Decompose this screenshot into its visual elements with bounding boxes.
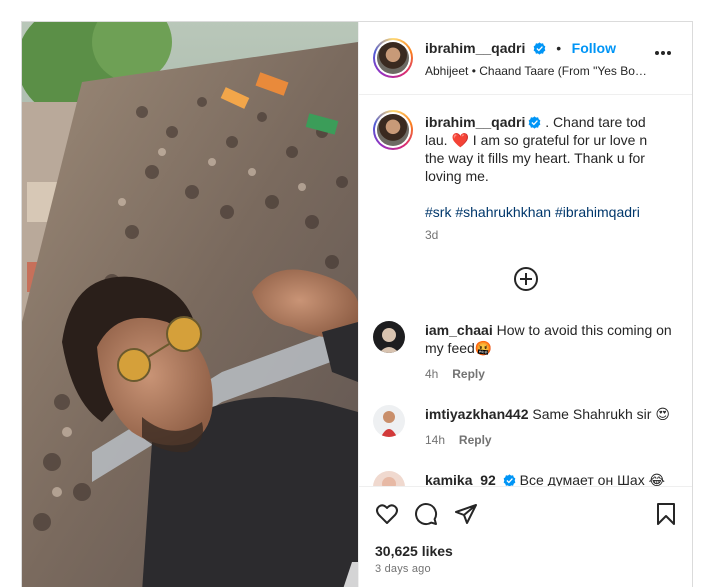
caption-username[interactable]: ibrahim__qadri <box>425 114 525 130</box>
comment-meta: 4h Reply <box>425 364 687 383</box>
heart-emoji: ❤️ <box>451 132 469 148</box>
caption-age: 3d <box>425 228 439 242</box>
comment-text: Same Shahrukh sir <box>532 406 652 422</box>
post-card: ibrahim__qadri • Follow Abhijeet • Chaan… <box>21 21 693 587</box>
author-avatar[interactable] <box>373 38 413 78</box>
post-media[interactable] <box>22 22 358 587</box>
comment-age: 4h <box>425 367 439 381</box>
hashtag-link[interactable]: #ibrahimqadri <box>555 204 640 220</box>
author-username[interactable]: ibrahim__qadri <box>425 40 525 56</box>
post-side-panel: ibrahim__qadri • Follow Abhijeet • Chaan… <box>358 22 692 587</box>
audio-track-link[interactable]: Abhijeet • Chaand Taare (From "Yes Bo… <box>425 64 655 78</box>
comment-item: iam_chaai How to avoid this coming on my… <box>373 321 683 381</box>
comment-body: iam_chaai How to avoid this coming on my… <box>425 321 687 383</box>
comment-avatar[interactable] <box>373 321 405 353</box>
separator-dot: • <box>556 40 562 56</box>
avatar-image <box>377 42 409 74</box>
action-bar: 30,625 likes 3 days ago <box>359 486 692 587</box>
comment-body: imtiyazkhan442 Same Shahrukh sir 😍 14h R… <box>425 405 687 449</box>
comment-icon[interactable] <box>414 502 438 526</box>
comment-username[interactable]: iam_chaai <box>425 322 493 338</box>
comment-avatar[interactable] <box>373 405 405 437</box>
comment-age: 14h <box>425 433 446 447</box>
share-icon[interactable] <box>454 502 478 526</box>
follow-button[interactable]: Follow <box>572 40 616 56</box>
heart-icon[interactable] <box>375 502 399 526</box>
reply-button[interactable]: Reply <box>452 367 485 381</box>
caption-text: ibrahim__qadri . Chand tare tod lau. ❤️ … <box>425 113 665 185</box>
avatar-image <box>377 114 409 146</box>
author-line: ibrahim__qadri • Follow <box>425 40 616 58</box>
bookmark-icon[interactable] <box>654 502 678 526</box>
hashtag-link[interactable]: #shahrukhkhan <box>455 204 551 220</box>
post-date: 3 days ago <box>375 563 431 575</box>
hashtag-list: #srk #shahrukhkhan #ibrahimqadri <box>425 204 640 220</box>
more-icon[interactable] <box>654 50 672 56</box>
comment-username[interactable]: imtiyazkhan442 <box>425 406 529 422</box>
verified-icon <box>529 116 541 129</box>
reply-button[interactable]: Reply <box>459 433 492 447</box>
add-icon[interactable] <box>513 266 539 292</box>
verified-icon <box>533 42 546 55</box>
comment-item: imtiyazkhan442 Same Shahrukh sir 😍 14h R… <box>373 405 683 455</box>
caption-avatar[interactable] <box>373 110 413 150</box>
likes-count[interactable]: 30,625 likes <box>375 543 453 559</box>
hashtag-link[interactable]: #srk <box>425 204 451 220</box>
comment-emoji: 😍 <box>655 406 670 422</box>
post-photo <box>22 22 358 587</box>
post-header: ibrahim__qadri • Follow Abhijeet • Chaan… <box>359 22 692 95</box>
comment-meta: 14h Reply <box>425 430 687 449</box>
comment-emoji: 🤬 <box>474 340 493 356</box>
